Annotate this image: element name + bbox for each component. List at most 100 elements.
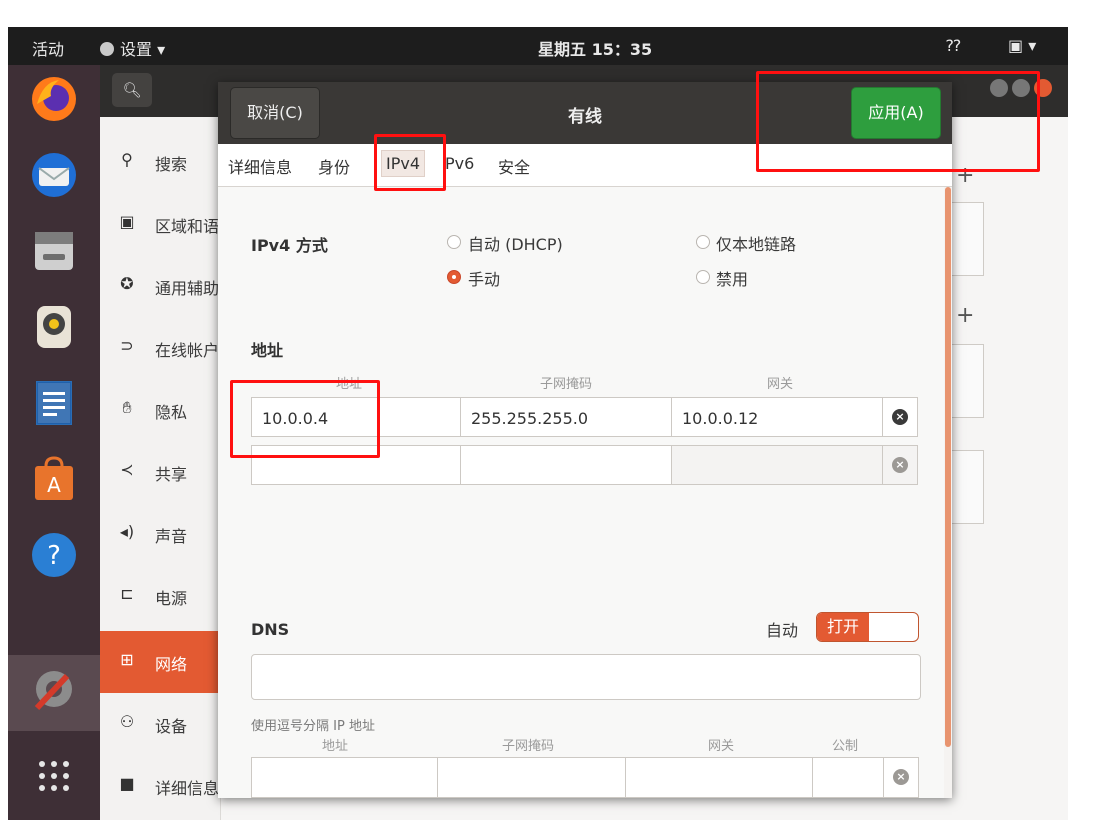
radio-manual-label[interactable]: 手动 — [468, 266, 500, 290]
scrollbar-thumb[interactable] — [945, 187, 951, 747]
route-gateway-input[interactable] — [625, 757, 813, 798]
hand-icon: ✋︎ — [122, 398, 132, 417]
top-bar: 活动 设置 ▾ 星期五 15：35 ⁇ ▣ ▾ — [8, 27, 1068, 65]
add-icon[interactable]: + — [956, 303, 974, 328]
address-section-label: 地址 — [251, 341, 284, 360]
dns-auto-switch[interactable]: 打开 — [816, 612, 919, 642]
col-netmask-header: 子网掩码 — [540, 377, 593, 392]
dock-software[interactable]: A — [8, 445, 100, 521]
sidebar-item-label: 网络 — [155, 655, 188, 674]
sidebar-item-label: 详细信息 — [155, 779, 220, 798]
tab-ipv4[interactable]: IPv4 — [381, 150, 426, 177]
sidebar-item-label: 声音 — [155, 527, 188, 546]
dns-label: DNS — [251, 620, 290, 639]
sidebar-item-sharing[interactable]: ≺ 共享 — [100, 441, 220, 503]
radio-disable-label[interactable]: 禁用 — [716, 266, 748, 290]
battery-icon[interactable]: ▣ ▾ — [1008, 36, 1036, 55]
settings-gear-icon — [100, 42, 114, 56]
radio-disable[interactable] — [696, 270, 710, 284]
network-panel-behind: + + — [950, 117, 1068, 820]
route-address-input[interactable] — [251, 757, 438, 798]
radio-auto-dhcp[interactable] — [447, 235, 461, 249]
dock-writer[interactable] — [8, 369, 100, 445]
dock-app-grid[interactable] — [8, 740, 100, 816]
radio-link-local-label[interactable]: 仅本地链路 — [716, 231, 796, 255]
sidebar-item-network[interactable]: ⊞ 网络 — [100, 631, 220, 693]
route-netmask-input[interactable] — [437, 757, 626, 798]
close-icon[interactable] — [1034, 79, 1052, 97]
sidebar-item-power[interactable]: ⊏ 电源 — [100, 565, 220, 627]
delete-address-row-button-disabled[interactable]: × — [882, 445, 918, 485]
window-controls — [980, 79, 1060, 99]
sidebar-item-region[interactable]: ▣ 区域和语 — [100, 193, 220, 255]
routes-col-address-header: 地址 — [322, 739, 349, 754]
col-gateway-header: 网关 — [767, 377, 794, 392]
tab-details[interactable]: 详细信息 — [228, 154, 292, 178]
netmask-input[interactable]: 255.255.255.0 — [460, 397, 672, 437]
settings-sidebar: ⚲ 搜索 ▣ 区域和语 ✪ 通用辅助 ⊃ 在线帐户 ✋︎ 隐私 ≺ 共享 ◂) 声音 ⊏ 电源 … — [100, 117, 221, 820]
radio-link-local[interactable] — [696, 235, 710, 249]
sidebar-item-details[interactable]: ■ 详细信息 — [100, 755, 220, 817]
app-grid-icon — [39, 761, 69, 791]
address-input[interactable]: 10.0.0.4 — [251, 397, 461, 437]
region-flag-icon: ▣ — [119, 212, 135, 231]
online-accounts-icon: ⊃ — [120, 336, 134, 355]
dns-auto-label: 自动 — [766, 621, 799, 640]
network-card — [950, 344, 984, 418]
info-square-icon: ■ — [119, 774, 135, 793]
network-wired-icon[interactable]: ⁇ — [946, 36, 961, 55]
clock[interactable]: 星期五 15：35 — [538, 36, 652, 60]
radio-auto-dhcp-label[interactable]: 自动 (DHCP) — [468, 231, 563, 255]
dock-rhythmbox[interactable] — [8, 293, 100, 369]
files-icon — [35, 232, 73, 270]
sidebar-item-devices[interactable]: ⚇ 设备 — [100, 693, 220, 755]
share-icon: ≺ — [120, 460, 134, 479]
maximize-icon[interactable] — [1012, 79, 1030, 97]
sidebar-item-label: 搜索 — [155, 155, 188, 174]
app-menu[interactable]: 设置 ▾ — [100, 36, 165, 60]
close-circle-icon: × — [893, 769, 909, 785]
delete-address-row-button[interactable]: × — [882, 397, 918, 437]
sidebar-item-label: 通用辅助 — [155, 279, 220, 298]
minimize-icon[interactable] — [990, 79, 1008, 97]
dock-firefox[interactable] — [8, 65, 100, 141]
rhythmbox-icon — [37, 306, 71, 348]
dock-help[interactable]: ? — [8, 521, 100, 597]
ipv4-content: IPv4 方式 自动 (DHCP) 仅本地链路 手动 禁用 地址 地址 子网掩码… — [218, 187, 944, 798]
sidebar-item-online-accounts[interactable]: ⊃ 在线帐户 — [100, 317, 220, 379]
search-button[interactable]: 🔍︎ — [112, 73, 152, 107]
dock-files[interactable] — [8, 217, 100, 293]
delete-route-row-button[interactable]: × — [883, 757, 919, 798]
sidebar-item-privacy[interactable]: ✋︎ 隐私 — [100, 379, 220, 441]
tab-ipv6[interactable]: Pv6 — [445, 154, 474, 173]
firefox-icon — [32, 77, 76, 121]
gateway-input[interactable]: 10.0.0.12 — [671, 397, 883, 437]
dns-input[interactable] — [251, 654, 921, 700]
sidebar-item-label: 设备 — [155, 717, 188, 736]
dock-thunderbird[interactable] — [8, 141, 100, 217]
tab-identity[interactable]: 身份 — [318, 154, 350, 178]
apply-button[interactable]: 应用(A) — [851, 87, 941, 139]
dock-settings[interactable] — [8, 655, 100, 731]
close-circle-icon: × — [892, 409, 908, 425]
tab-security[interactable]: 安全 — [498, 154, 530, 178]
dialog-title: 有线 — [568, 107, 602, 127]
writer-icon — [36, 381, 72, 425]
network-card — [950, 202, 984, 276]
sidebar-item-universal-access[interactable]: ✪ 通用辅助 — [100, 255, 220, 317]
radio-manual[interactable] — [447, 270, 461, 284]
address-input-empty[interactable] — [251, 445, 461, 485]
dialog-header: 取消(C) 有线 应用(A) — [218, 82, 952, 144]
route-metric-input[interactable] — [812, 757, 884, 798]
sidebar-item-sound[interactable]: ◂) 声音 — [100, 503, 220, 565]
add-icon[interactable]: + — [956, 163, 974, 188]
gateway-input-empty[interactable] — [671, 445, 883, 485]
search-icon: 🔍︎ — [122, 81, 142, 99]
svg-text:?: ? — [47, 541, 61, 571]
help-icon: ? — [32, 533, 76, 577]
netmask-input-empty[interactable] — [460, 445, 672, 485]
scrollbar[interactable] — [944, 187, 952, 798]
activities-button[interactable]: 活动 — [32, 36, 64, 60]
sidebar-item-search[interactable]: ⚲ 搜索 — [100, 131, 220, 193]
app-menu-label: 设置 — [120, 40, 153, 59]
